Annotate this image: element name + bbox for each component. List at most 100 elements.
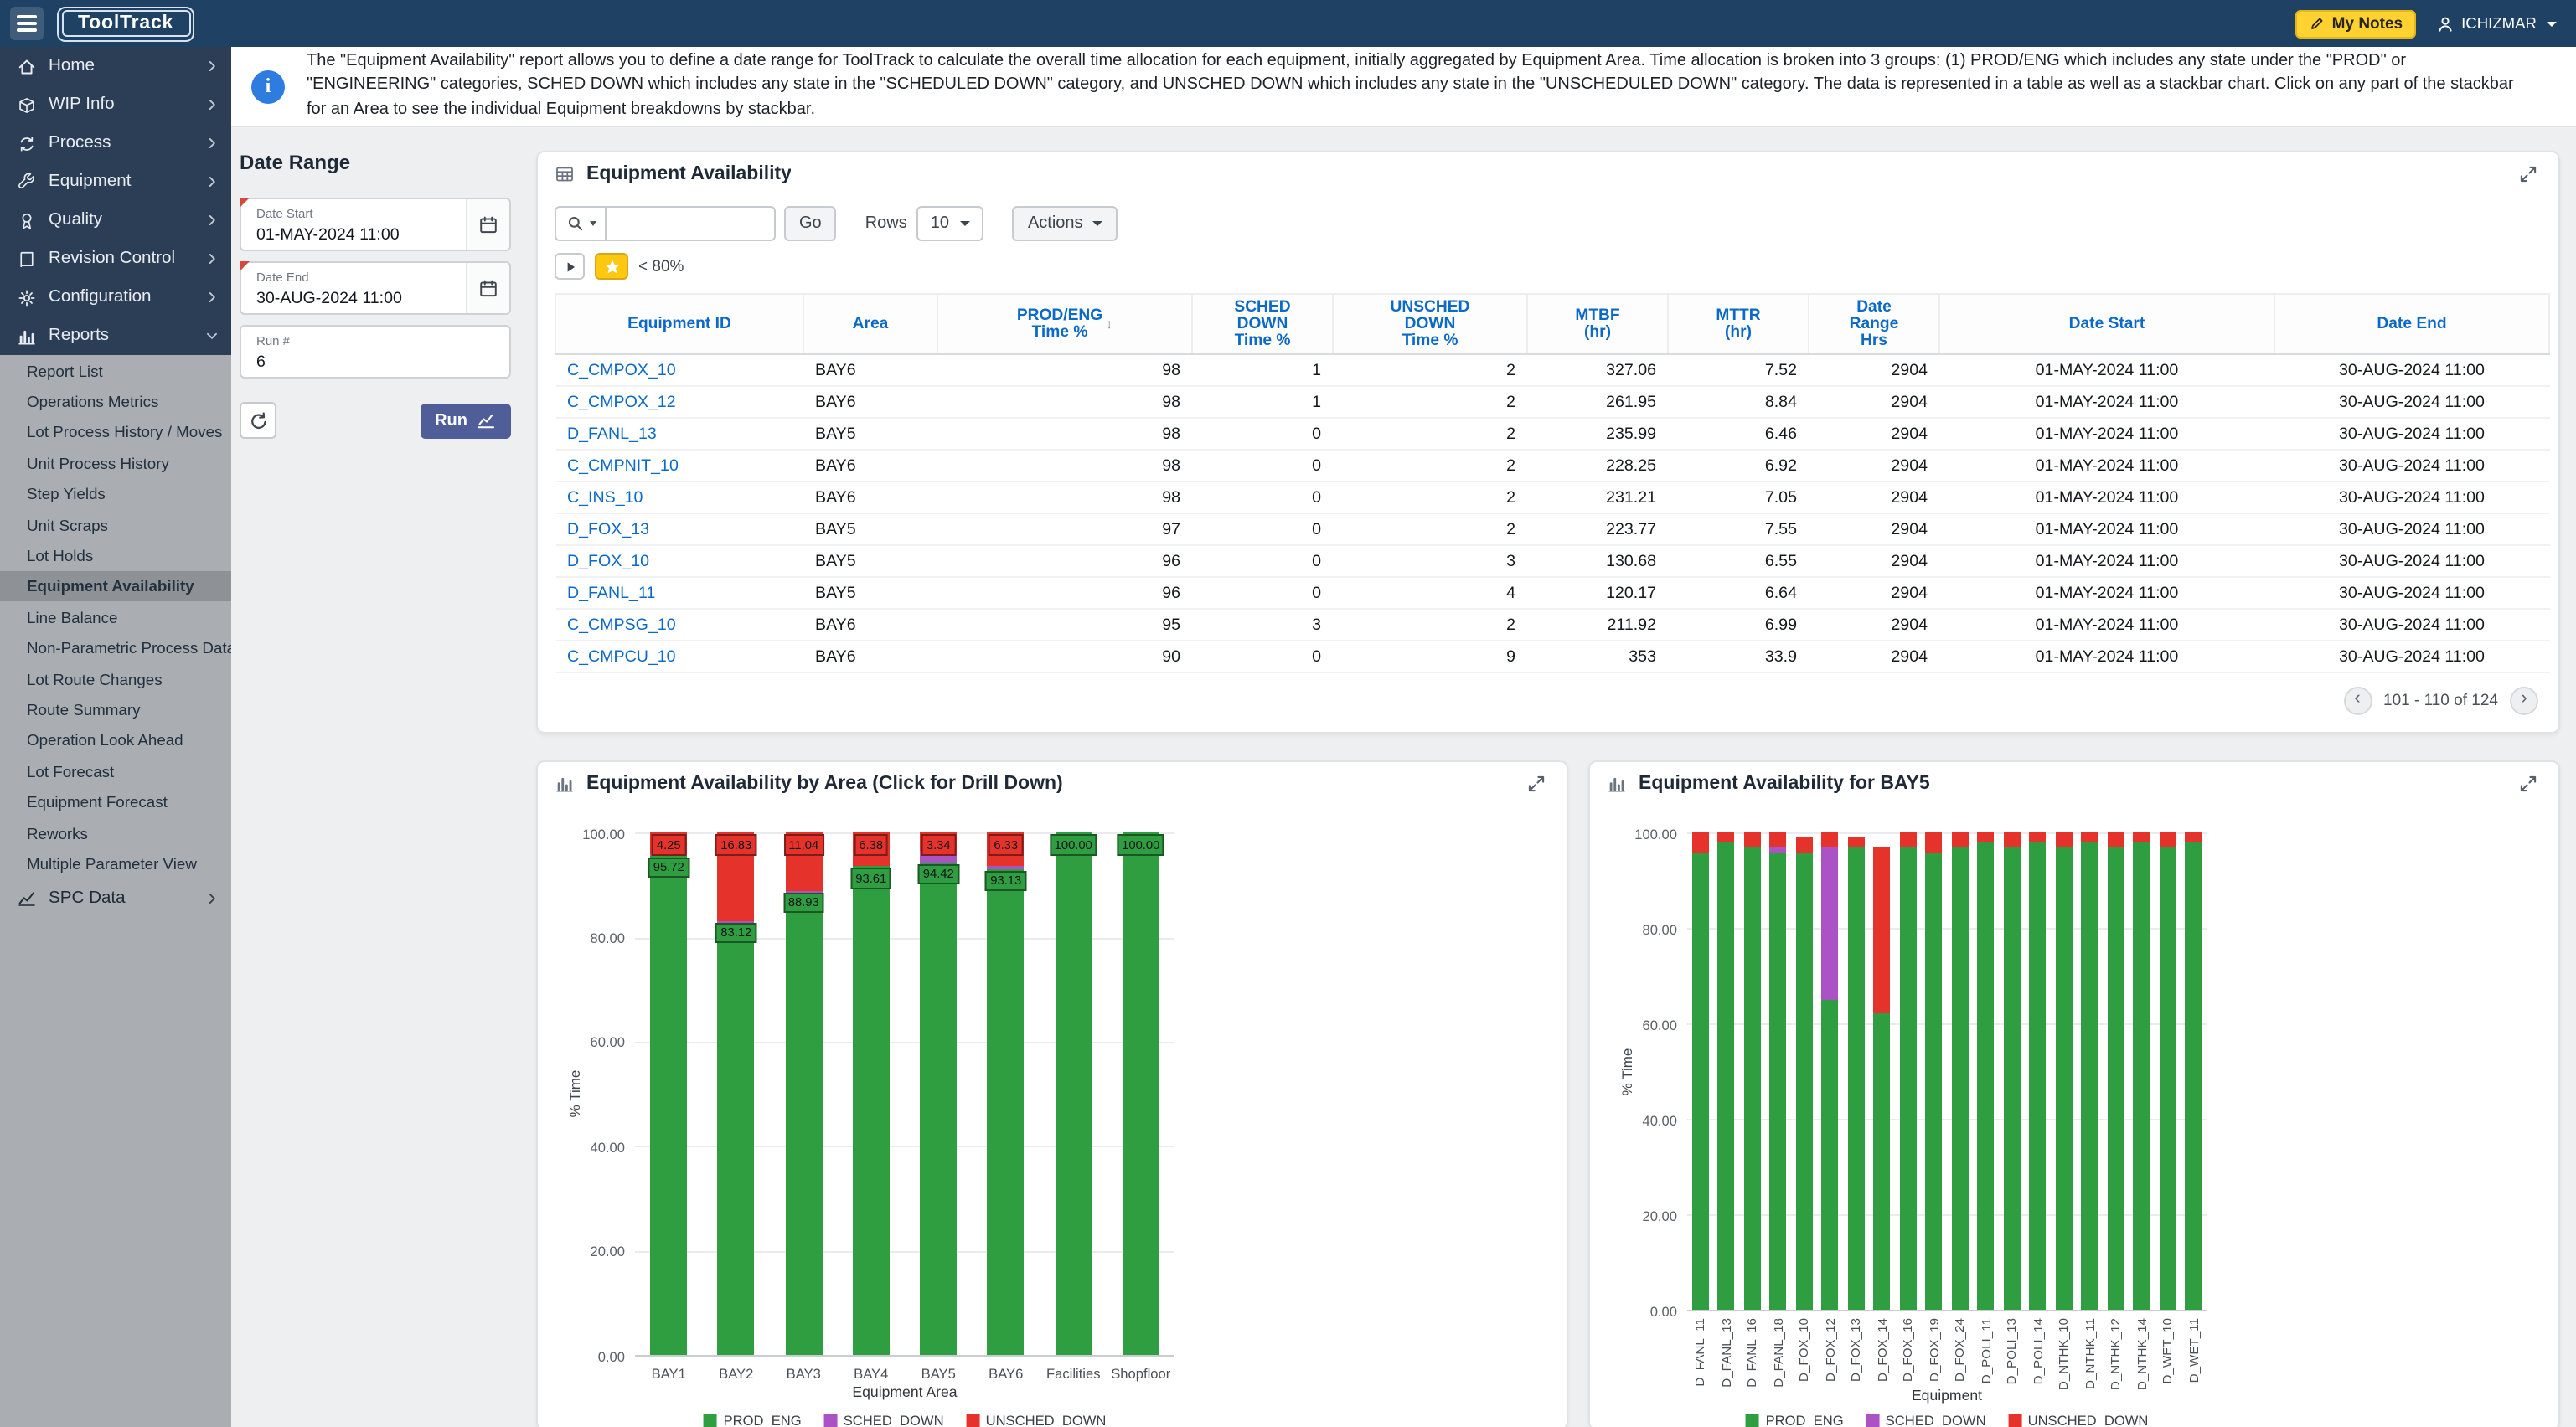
bar-segment-unsched_down-d-nthk-12[interactable]	[2108, 832, 2124, 847]
bar-segment-prod_eng-d-fox-19[interactable]	[1926, 852, 1943, 1310]
bar-segment-sched_down-bay6[interactable]	[988, 866, 1025, 868]
sidebar-item-lot-forecast[interactable]: Lot Forecast	[0, 755, 231, 786]
bar-segment-unsched_down-d-poli-13[interactable]	[2004, 832, 2021, 847]
equipment-link[interactable]: C_CMPOX_10	[567, 361, 676, 379]
next-page-button[interactable]: ›	[2510, 687, 2538, 715]
sidebar-item-route-summary[interactable]: Route Summary	[0, 694, 231, 725]
bar-segment-unsched_down-d-poli-14[interactable]	[2030, 832, 2047, 842]
bar-segment-unsched_down-d-fox-16[interactable]	[1900, 832, 1917, 847]
equipment-link[interactable]: D_FANL_11	[567, 584, 655, 602]
equipment-link[interactable]: C_INS_10	[567, 488, 643, 507]
sidebar-item-lot-holds[interactable]: Lot Holds	[0, 540, 231, 571]
bar-segment-unsched_down-d-nthk-11[interactable]	[2082, 832, 2098, 842]
column-header-date-start[interactable]: Date Start	[1939, 294, 2274, 354]
sidebar-item-spc-data[interactable]: SPC Data	[0, 878, 231, 917]
bar-segment-unsched_down-d-fox-13[interactable]	[1848, 837, 1865, 847]
column-header-mttr-hr[interactable]: MTTR (hr)	[1668, 294, 1809, 354]
bar-segment-prod_eng-d-fox-10[interactable]	[1796, 852, 1813, 1310]
bar-segment-unsched_down-d-fanl-18[interactable]	[1770, 832, 1787, 847]
app-logo[interactable]: ToolTrack	[57, 6, 194, 41]
bar-segment-unsched_down-d-wet-11[interactable]	[2186, 832, 2202, 842]
bar-segment-prod_eng-shopfloor[interactable]	[1123, 832, 1159, 1355]
bar-segment-prod_eng-d-fanl-18[interactable]	[1770, 852, 1787, 1310]
sidebar-item-lot-process-history-moves[interactable]: Lot Process History / Moves	[0, 417, 231, 448]
bar-segment-unsched_down-d-fox-12[interactable]	[1822, 832, 1839, 847]
bar-segment-prod_eng-d-fox-24[interactable]	[1952, 847, 1969, 1310]
search-input[interactable]	[605, 206, 776, 241]
run-button[interactable]: Run	[420, 403, 511, 438]
column-header-sched-down-time[interactable]: SCHED DOWN Time %	[1192, 294, 1333, 354]
bar-segment-prod_eng-d-poli-13[interactable]	[2004, 847, 2021, 1310]
equipment-link[interactable]: D_FOX_10	[567, 552, 649, 570]
bar-segment-prod_eng-bay3[interactable]	[785, 890, 822, 1355]
bar-segment-unsched_down-d-fanl-16[interactable]	[1744, 832, 1761, 847]
equipment-link[interactable]: C_CMPSG_10	[567, 616, 676, 634]
column-header-area[interactable]: Area	[803, 294, 937, 354]
sidebar-item-report-list[interactable]: Report List	[0, 355, 231, 386]
bar-segment-prod_eng-d-nthk-10[interactable]	[2056, 847, 2073, 1310]
equipment-link[interactable]: C_CMPNIT_10	[567, 456, 679, 475]
search-dropdown-button[interactable]	[555, 206, 605, 241]
sidebar-item-process[interactable]: Process	[0, 124, 231, 162]
run-input[interactable]: Run #6	[241, 327, 509, 377]
date-end-input[interactable]: Date End30-AUG-2024 11:00	[241, 263, 466, 313]
bar-segment-prod_eng-d-wet-10[interactable]	[2160, 847, 2176, 1310]
sidebar-item-home[interactable]: Home	[0, 47, 231, 85]
bar-segment-prod_eng-d-fanl-13[interactable]	[1718, 842, 1735, 1311]
bar-segment-prod_eng-d-nthk-11[interactable]	[2082, 842, 2098, 1311]
column-header-equipment-id[interactable]: Equipment ID	[555, 294, 803, 354]
sidebar-item-reworks[interactable]: Reworks	[0, 817, 231, 848]
bar-segment-prod_eng-d-fox-16[interactable]	[1900, 847, 1917, 1310]
column-header-prod-eng-time[interactable]: PROD/ENG Time %↓	[937, 294, 1192, 354]
sidebar-item-operation-look-ahead[interactable]: Operation Look Ahead	[0, 724, 231, 755]
bar-segment-prod_eng-d-fox-14[interactable]	[1874, 1014, 1891, 1310]
my-notes-button[interactable]: My Notes	[2295, 9, 2416, 38]
sidebar-item-reports[interactable]: Reports	[0, 317, 231, 355]
bar-segment-prod_eng-bay2[interactable]	[718, 921, 755, 1356]
bar-segment-prod_eng-d-poli-14[interactable]	[2030, 842, 2047, 1311]
bar-segment-unsched_down-d-wet-10[interactable]	[2160, 832, 2176, 847]
bar-segment-sched_down-d-fox-12[interactable]	[1822, 847, 1839, 999]
bar-segment-prod_eng-bay1[interactable]	[650, 855, 687, 1355]
rows-select[interactable]: 10	[917, 206, 984, 241]
go-button[interactable]: Go	[784, 206, 837, 241]
bar-segment-prod_eng-d-fox-12[interactable]	[1822, 1000, 1839, 1311]
sidebar-item-line-balance[interactable]: Line Balance	[0, 601, 231, 632]
column-header-mtbf-hr[interactable]: MTBF (hr)	[1527, 294, 1668, 354]
sidebar-item-operations-metrics[interactable]: Operations Metrics	[0, 386, 231, 417]
bar-segment-prod_eng-d-nthk-12[interactable]	[2108, 847, 2124, 1310]
bar-segment-unsched_down-d-fox-24[interactable]	[1952, 832, 1969, 847]
user-menu[interactable]: ICHIZMAR	[2436, 14, 2557, 33]
maximize-region-button[interactable]	[2515, 161, 2542, 188]
column-header-date-end[interactable]: Date End	[2274, 294, 2549, 354]
equipment-link[interactable]: D_FOX_13	[567, 520, 649, 538]
bar-segment-unsched_down-d-fox-19[interactable]	[1926, 832, 1943, 852]
highlight-filter-button[interactable]	[595, 253, 628, 280]
sidebar-item-step-yields[interactable]: Step Yields	[0, 478, 231, 509]
bar-segment-unsched_down-d-fanl-13[interactable]	[1718, 832, 1735, 842]
equipment-link[interactable]: C_CMPOX_12	[567, 393, 676, 411]
date-start-input[interactable]: Date Start01-MAY-2024 11:00	[241, 199, 466, 250]
column-header-unsched-down-time[interactable]: UNSCHED DOWN Time %	[1333, 294, 1527, 354]
bar-segment-unsched_down-d-fox-10[interactable]	[1796, 837, 1813, 852]
sidebar-item-equipment-forecast[interactable]: Equipment Forecast	[0, 786, 231, 817]
sidebar-item-equipment-availability[interactable]: Equipment Availability	[0, 570, 231, 601]
bar-segment-prod_eng-d-fanl-11[interactable]	[1692, 852, 1709, 1310]
calendar-picker-button[interactable]	[466, 199, 509, 250]
sidebar-item-quality[interactable]: Quality	[0, 201, 231, 240]
bar-segment-sched_down-d-fanl-18[interactable]	[1770, 847, 1787, 852]
bar-segment-prod_eng-d-fox-13[interactable]	[1848, 847, 1865, 1310]
sidebar-item-non-parametric-process-data[interactable]: Non-Parametric Process Data	[0, 632, 231, 663]
sidebar-item-unit-scraps[interactable]: Unit Scraps	[0, 509, 231, 540]
bar-segment-unsched_down-d-poli-11[interactable]	[1978, 832, 1995, 842]
sidebar-item-configuration[interactable]: Configuration	[0, 278, 231, 317]
actions-button[interactable]: Actions	[1013, 206, 1118, 241]
equipment-link[interactable]: D_FANL_13	[567, 425, 657, 443]
bar-segment-prod_eng-bay5[interactable]	[920, 862, 957, 1355]
bar-segment-unsched_down-d-nthk-10[interactable]	[2056, 832, 2073, 847]
bar-segment-unsched_down-d-fox-14[interactable]	[1874, 847, 1891, 1014]
sidebar-item-multiple-parameter-view[interactable]: Multiple Parameter View	[0, 848, 231, 879]
bar-segment-prod_eng-d-fanl-16[interactable]	[1744, 847, 1761, 1310]
sidebar-item-unit-process-history[interactable]: Unit Process History	[0, 447, 231, 478]
bar-segment-prod_eng-bay4[interactable]	[853, 866, 890, 1355]
